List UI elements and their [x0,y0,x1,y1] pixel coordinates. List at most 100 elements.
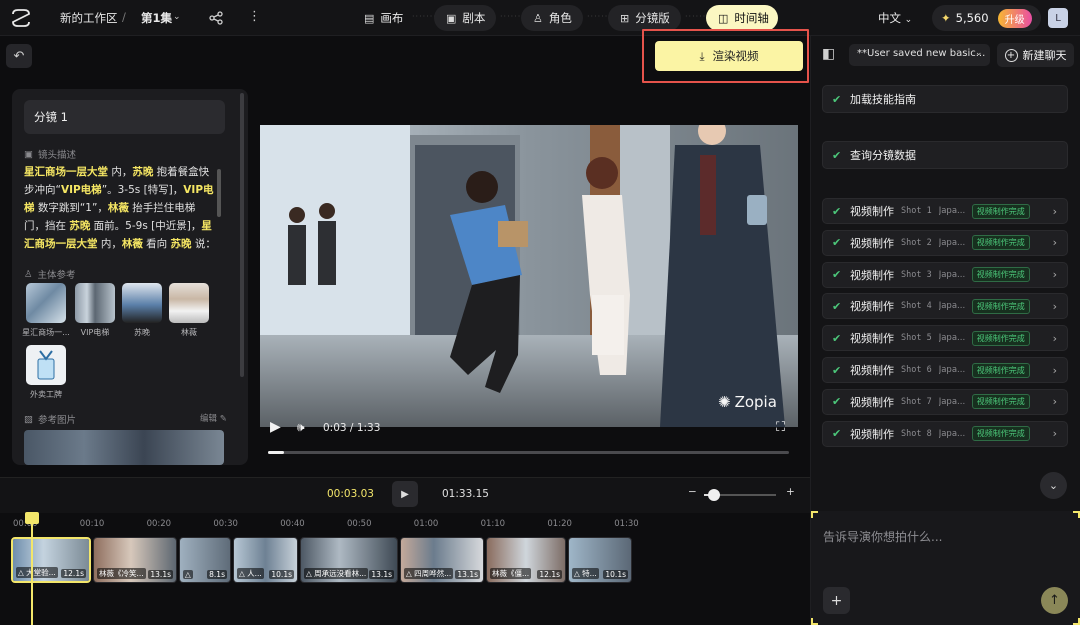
badge-icon [37,350,55,380]
job-language: Japa... [938,333,965,344]
language-label: 中文 [878,11,901,25]
app-logo-icon[interactable] [10,8,32,28]
video-job-row[interactable]: ✔ 视频制作 Shot 1 Japa... 视频制作完成 › [822,198,1068,224]
highlighted-entity: 苏晚 [170,238,192,249]
timeline-clip[interactable]: △ 大堂验... 12.1s [11,537,91,583]
chevron-right-icon[interactable]: › [1053,332,1057,345]
render-video-button[interactable]: ⤓ 渲染视频 [655,41,803,71]
video-job-row[interactable]: ✔ 视频制作 Shot 2 Japa... 视频制作完成 › [822,229,1068,256]
chevron-down-icon[interactable]: ⌄ [975,48,983,58]
session-selector[interactable]: **User saved new basic... [849,44,990,66]
language-selector[interactable]: 中文 ⌄ [878,10,912,26]
job-label: 视频制作 [850,364,894,377]
panel-scrollbar[interactable] [240,93,244,377]
desc-scrollbar[interactable] [217,169,221,217]
clip-caption: △ 大堂验... [16,567,58,578]
timeline-play-button[interactable]: ▶ [392,481,418,507]
timeline-clip[interactable]: 林薇《冷笑... 13.1s [93,537,177,583]
task-query-shots[interactable]: ✔ 查询分镜数据 [822,141,1068,169]
job-label: 视频制作 [850,236,894,250]
chat-input-placeholder[interactable]: 告诉导演你想拍什么... [823,528,942,545]
shot-description[interactable]: 星汇商场一层大堂 内，苏晚 抱着餐盒快步冲向“VIP电梯”。3-5s [特写]，… [24,163,216,249]
tab-canvas[interactable]: ▤ 画布 [352,5,416,31]
status-badge: 视频制作完成 [971,394,1030,410]
playhead-handle[interactable] [25,512,39,524]
sidebar-toggle-icon[interactable]: ◧ [822,46,835,62]
task-load-skills[interactable]: ✔ 加载技能指南 [822,85,1068,113]
check-icon: ✔ [832,268,842,282]
timeline-clip[interactable]: 林薇《僵... 12.1s [486,537,566,583]
chevron-right-icon[interactable]: › [1053,364,1057,377]
chevron-right-icon[interactable]: › [1053,205,1057,218]
zoom-slider-handle[interactable] [708,489,720,501]
fullscreen-icon[interactable]: ⛶ [776,420,785,435]
more-options-icon[interactable]: ⋮ [248,9,261,24]
chevron-right-icon[interactable]: › [1053,236,1057,249]
job-shot: Shot 4 [901,301,932,312]
chevron-right-icon[interactable]: › [1053,300,1057,313]
video-job-row[interactable]: ✔ 视频制作 Shot 6 Japa... 视频制作完成 › [822,357,1068,383]
subject-thumb-badge[interactable] [26,345,66,385]
timeline-clip[interactable]: △ 人... 10.1s [233,537,298,583]
check-icon: ✔ [832,331,842,345]
subject-thumb-elevator[interactable] [75,283,115,323]
zoom-out-button[interactable]: − [688,486,697,498]
canvas-icon: ▤ [364,11,375,25]
tab-script[interactable]: ▣ 剧本 [434,5,496,31]
check-icon: ✔ [832,363,842,377]
pencil-icon: ✎ [219,414,227,424]
check-icon: ✔ [832,427,842,441]
back-button[interactable]: ↶ [6,44,32,68]
tab-characters[interactable]: ♙ 角色 [521,5,583,31]
timeline-clip[interactable]: △ 周承远没看林... 13.1s [300,537,398,583]
video-preview[interactable] [260,125,798,427]
subject-thumb-suwan[interactable] [122,283,162,323]
share-icon[interactable] [209,11,223,25]
workspace-name[interactable]: 新的工作区 [60,10,118,26]
avatar[interactable]: L [1048,8,1068,28]
video-job-row[interactable]: ✔ 视频制作 Shot 5 Japa... 视频制作完成 › [822,325,1068,352]
reference-image[interactable] [24,430,224,465]
video-progress-bar[interactable] [268,451,789,454]
playhead[interactable] [31,513,33,625]
credits-badge[interactable]: ✦ 5,560 升级 [932,5,1041,31]
current-time: 0:03 [323,422,347,434]
zoom-in-button[interactable]: + [786,486,795,498]
timeline-clip[interactable]: △ 四周哗然... 13.1s [400,537,484,583]
job-shot: Shot 7 [901,396,932,407]
job-shot: Shot 1 [901,206,932,216]
script-icon: ▣ [446,11,457,25]
video-job-row[interactable]: ✔ 视频制作 Shot 4 Japa... 视频制作完成 › [822,293,1068,320]
video-job-row[interactable]: ✔ 视频制作 Shot 3 Japa... 视频制作完成 › [822,261,1068,288]
chevron-down-icon[interactable]: ⌄ [173,12,181,22]
episode-selector[interactable]: 第1集 [141,10,172,26]
play-icon[interactable]: ▶ [270,419,281,435]
edit-link[interactable]: 编辑 ✎ [200,412,227,424]
description-text: 数字跳到“1”， [34,202,108,214]
video-job-row[interactable]: ✔ 视频制作 Shot 7 Japa... 视频制作完成 › [822,388,1068,415]
video-job-row[interactable]: ✔ 视频制作 Shot 8 Japa... 视频制作完成 › [822,420,1068,447]
scroll-down-button[interactable]: ⌄ [1040,472,1067,499]
tab-timeline[interactable]: ◫ 时间轴 [706,5,778,31]
attach-button[interactable]: + [823,587,850,614]
clip-caption: △ 周承远没看林... [304,568,369,579]
chevron-right-icon[interactable]: › [1053,268,1057,281]
new-chat-button[interactable]: + 新建聊天 [997,43,1074,67]
subject-thumb-linwei[interactable] [169,283,209,323]
timeline-clip[interactable]: △ 特... 10.1s [568,537,632,583]
timeline-tick: 00:20 [146,519,172,529]
timeline-tick: 00:40 [280,519,305,529]
clip-caption: △ [183,570,193,579]
send-button[interactable]: ↑ [1041,587,1068,614]
timeline-clip[interactable]: △ 8.1s [179,537,231,583]
tab-storyboard[interactable]: ⊞ 分镜版 [608,5,681,31]
upgrade-button[interactable]: 升级 [997,8,1032,28]
subject-thumb-lobby[interactable] [26,283,66,323]
chevron-down-icon: ⌄ [1048,479,1059,492]
chevron-right-icon[interactable]: › [1053,427,1057,440]
chevron-right-icon[interactable]: › [1053,395,1057,408]
job-label: 视频制作 [850,205,894,218]
shot-title-card[interactable]: 分镜 1 [24,100,225,134]
arrow-up-icon: ↑ [1049,593,1060,608]
volume-icon[interactable]: 🕪 [297,420,305,435]
